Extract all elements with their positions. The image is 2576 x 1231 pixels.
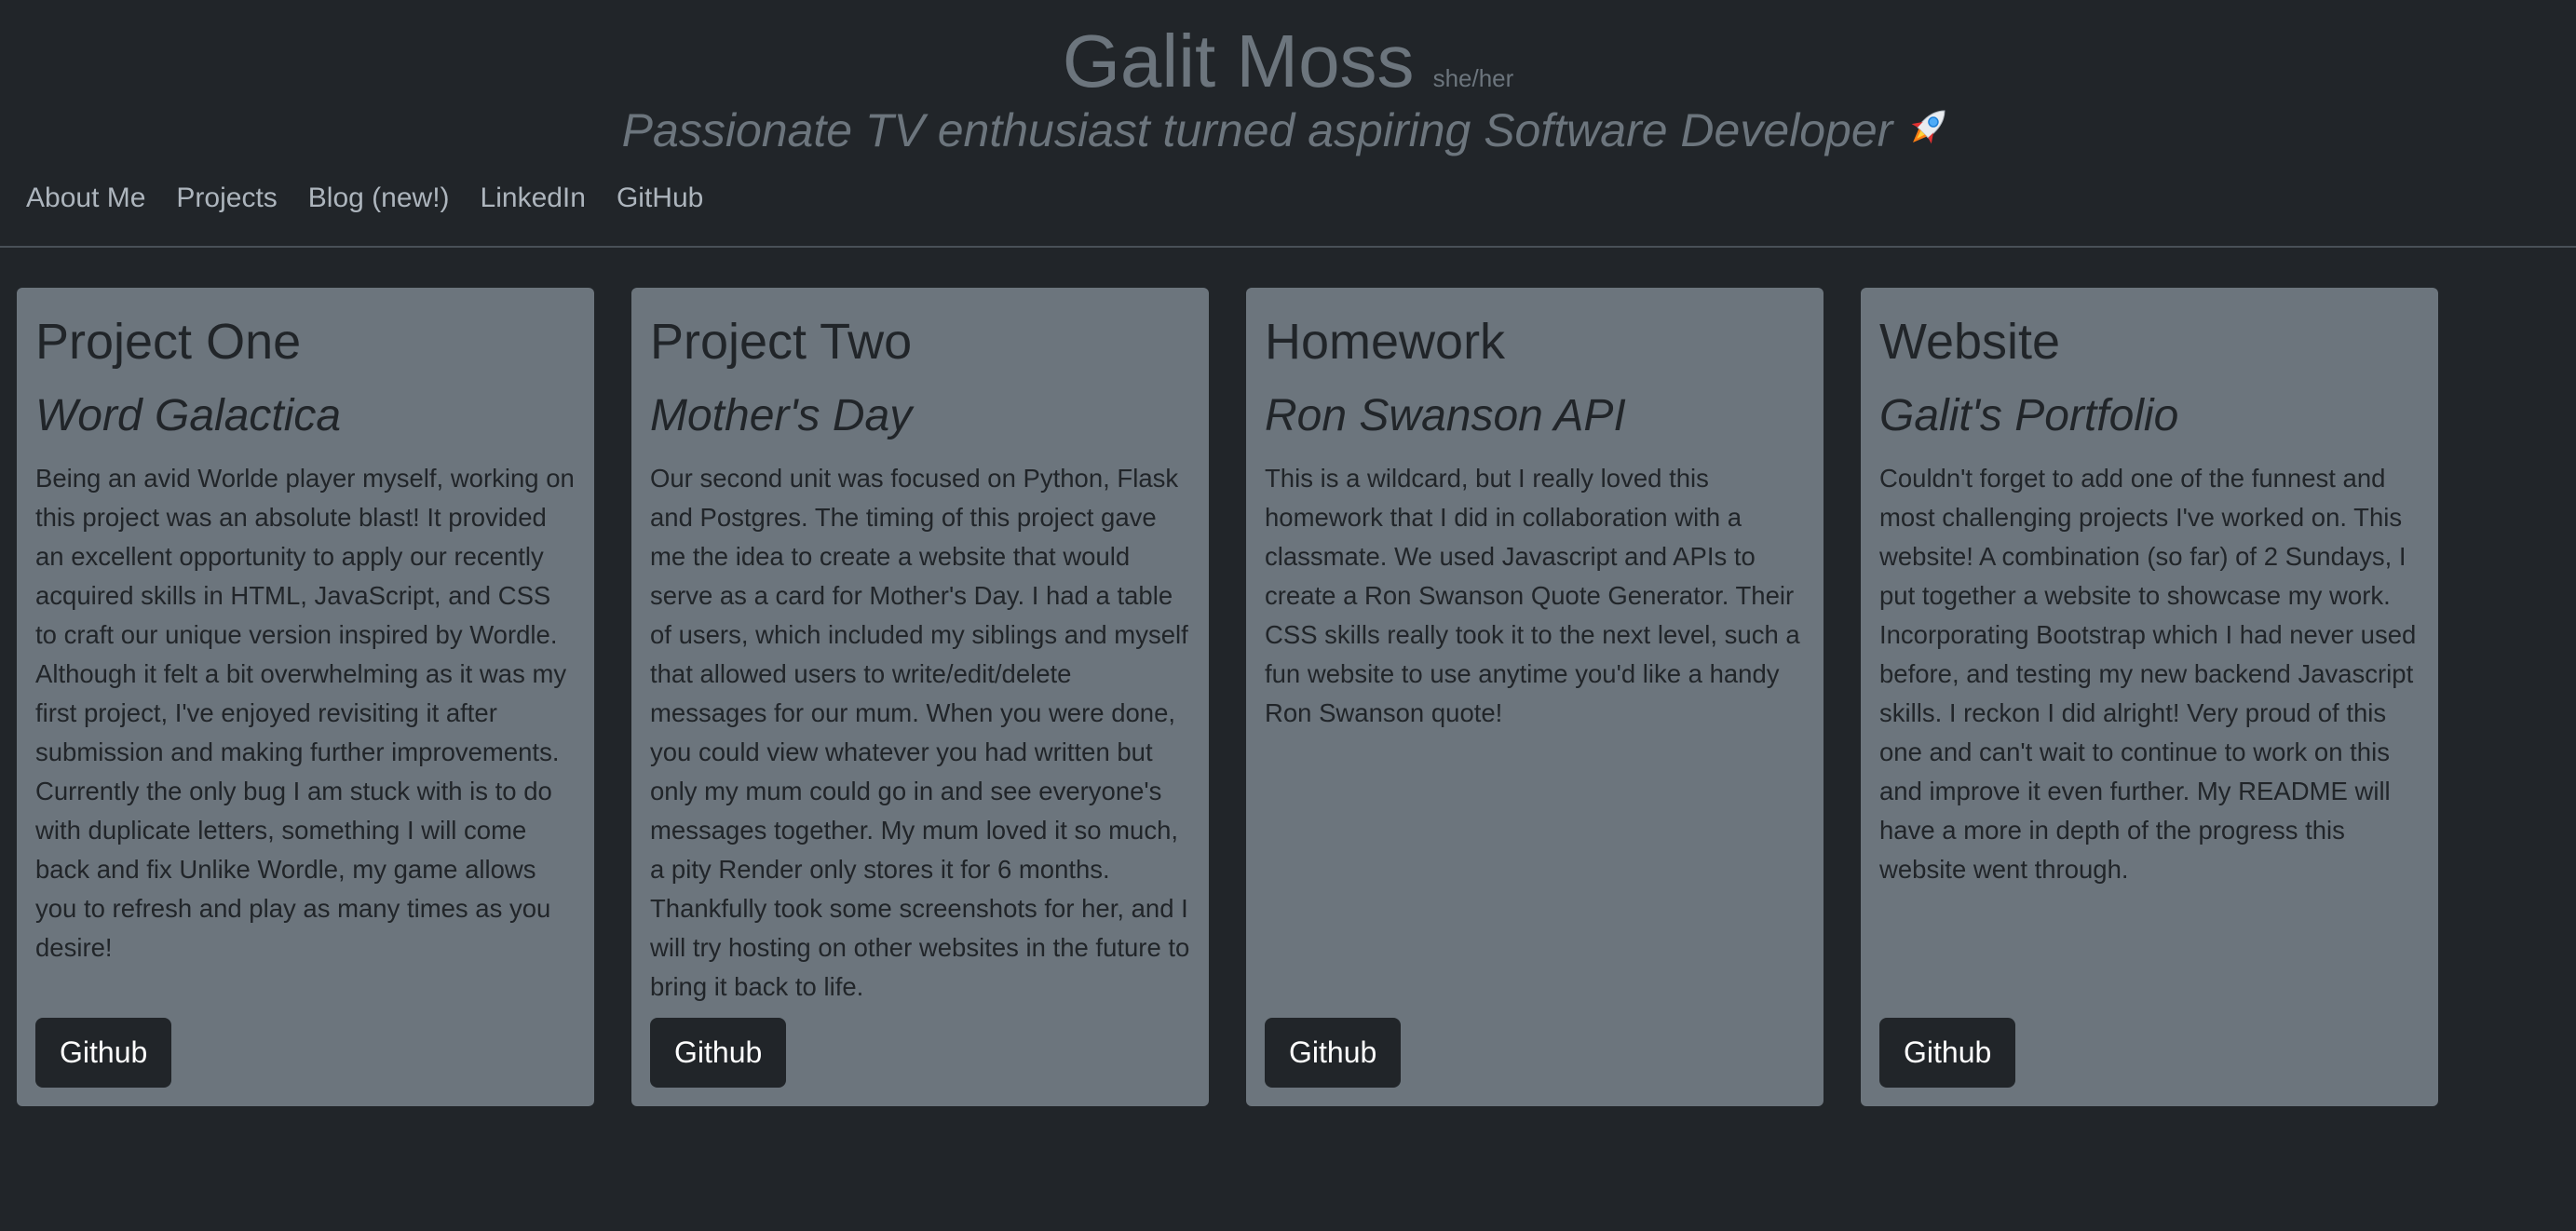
main-nav: About Me Projects Blog (new!) LinkedIn G… <box>26 177 734 220</box>
nav-link-projects[interactable]: Projects <box>176 177 277 220</box>
github-button[interactable]: Github <box>1265 1018 1402 1088</box>
name-line: Galit Moss she/her <box>0 17 2576 106</box>
pronouns: she/her <box>1432 64 1514 92</box>
card-title: Homework <box>1265 314 1506 370</box>
project-cards: Project One Word Galactica Being an avid… <box>17 288 2438 1106</box>
card-title: Project One <box>35 314 302 370</box>
card-title: Project Two <box>650 314 913 370</box>
nav-link-blog[interactable]: Blog (new!) <box>308 177 450 220</box>
tagline: Passionate TV enthusiast turned aspiring… <box>0 101 2576 166</box>
nav-link-github[interactable]: GitHub <box>617 177 703 220</box>
github-button[interactable]: Github <box>650 1018 787 1088</box>
project-card-website: Website Galit's Portfolio Couldn't forge… <box>1861 288 2438 1106</box>
card-subtitle: Galit's Portfolio <box>1879 391 2179 440</box>
page-title: Galit Moss <box>1062 20 1415 102</box>
github-button[interactable]: Github <box>35 1018 172 1088</box>
card-subtitle: Ron Swanson API <box>1265 391 1626 440</box>
project-card-project-two: Project Two Mother's Day Our second unit… <box>631 288 1209 1106</box>
card-text: Our second unit was focused on Python, F… <box>650 464 1190 1001</box>
github-button[interactable]: Github <box>1879 1018 2016 1088</box>
tagline-text: Passionate TV enthusiast turned aspiring… <box>621 104 1893 156</box>
card-subtitle: Mother's Day <box>650 391 913 440</box>
card-text: Being an avid Worlde player myself, work… <box>35 464 575 962</box>
nav-link-about-me[interactable]: About Me <box>26 177 145 220</box>
project-card-project-one: Project One Word Galactica Being an avid… <box>17 288 594 1106</box>
project-card-homework: Homework Ron Swanson API This is a wildc… <box>1246 288 1824 1106</box>
page-header: Galit Moss she/her Passionate TV enthusia… <box>0 0 2576 248</box>
rocket-icon <box>1904 101 1954 166</box>
card-text: Couldn't forget to add one of the funnes… <box>1879 464 2417 884</box>
card-title: Website <box>1879 314 2061 370</box>
card-text: This is a wildcard, but I really loved t… <box>1265 464 1800 727</box>
nav-link-linkedin[interactable]: LinkedIn <box>481 177 586 220</box>
card-subtitle: Word Galactica <box>35 391 342 440</box>
